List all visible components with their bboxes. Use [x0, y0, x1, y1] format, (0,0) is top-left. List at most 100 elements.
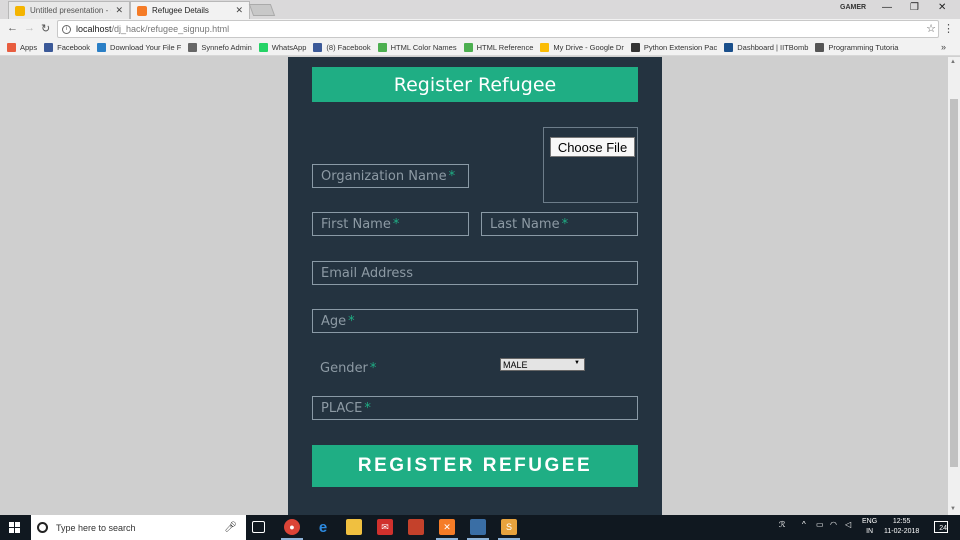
bookmark-item[interactable]: HTML Color Names — [377, 43, 457, 52]
restore-icon[interactable]: ❐ — [910, 2, 919, 13]
field-placeholder: PLACE — [321, 400, 363, 416]
bookmark-item[interactable]: HTML Reference — [463, 43, 534, 52]
organization-name-field[interactable]: Organization Name * — [312, 164, 469, 188]
place-field[interactable]: PLACE * — [312, 396, 638, 420]
reload-icon[interactable]: ↻ — [41, 22, 50, 35]
bookmark-item[interactable]: Python Extension Pac — [630, 43, 718, 52]
url-host: localhost — [76, 24, 112, 34]
gender-select[interactable]: MALE ▼ — [500, 358, 585, 371]
field-placeholder: Email Address — [321, 265, 413, 281]
file-explorer-icon[interactable] — [346, 519, 362, 535]
required-mark: * — [561, 216, 569, 232]
windows-start-icon[interactable] — [9, 522, 21, 534]
close-icon[interactable]: ✕ — [115, 5, 123, 16]
tab-label: Refugee Details — [152, 6, 209, 15]
bookmark-item[interactable]: Programming Tutoria — [815, 43, 898, 52]
more-bookmarks-icon[interactable]: » — [941, 42, 946, 52]
whatsapp-icon — [258, 43, 268, 52]
bookmark-item[interactable]: Download Your File F — [97, 43, 181, 52]
bookmark-label: Download Your File F — [110, 43, 182, 52]
lfd-icon — [630, 43, 640, 52]
register-panel: Register Refugee Choose File Organizatio… — [288, 57, 662, 515]
language-code: ENG — [862, 518, 878, 525]
url-path: /dj_hack/refugee_signup.html — [111, 24, 230, 34]
profile-name[interactable]: GAMER — [840, 4, 866, 11]
bookmark-label: WhatsApp — [271, 43, 307, 52]
scroll-down-icon[interactable]: ▼ — [950, 506, 956, 512]
page-content: Register Refugee Choose File Organizatio… — [0, 57, 948, 515]
scroll-thumb[interactable] — [950, 99, 958, 467]
download-icon — [97, 43, 107, 52]
bookmark-item[interactable]: (8) Facebook — [313, 43, 371, 52]
system-clock[interactable]: 12:55 11-02-2018 — [884, 517, 919, 537]
bookmark-label: Facebook — [57, 43, 91, 52]
window-close-icon[interactable]: ✕ — [938, 2, 946, 13]
edge-icon[interactable]: e — [315, 519, 331, 536]
input-language[interactable]: ENG IN — [862, 517, 877, 537]
bookmark-label: (8) Facebook — [326, 43, 371, 52]
field-placeholder: Age — [321, 313, 347, 329]
register-refugee-button[interactable]: REGISTER REFUGEE — [312, 445, 638, 487]
bookmark-item[interactable]: Facebook — [44, 43, 90, 52]
info-icon[interactable]: i — [62, 24, 71, 34]
people-icon[interactable]: ℛ — [779, 520, 785, 529]
wifi-icon[interactable]: ◠ — [830, 520, 837, 529]
bookmark-item[interactable]: Apps — [7, 43, 37, 52]
age-field[interactable]: Age * — [312, 309, 638, 333]
task-view-icon[interactable] — [252, 521, 265, 533]
sublime-text-icon[interactable]: S — [501, 519, 517, 535]
chrome-icon[interactable]: ● — [284, 519, 300, 535]
cortana-icon — [37, 522, 48, 533]
battery-icon[interactable]: ▭ — [816, 520, 824, 529]
notification-center-icon[interactable]: 24 — [934, 521, 948, 533]
choose-file-button[interactable]: Choose File — [550, 137, 635, 157]
vertical-scrollbar[interactable]: ▲ ▼ — [948, 57, 960, 515]
mail-icon[interactable]: ✉ — [377, 519, 393, 535]
network-app-icon[interactable] — [470, 519, 486, 535]
minimize-icon[interactable]: — — [882, 2, 892, 13]
w3-icon — [463, 43, 473, 52]
volume-icon[interactable]: ◁ — [845, 520, 851, 529]
dashboard-icon — [724, 43, 734, 52]
gender-selected-value: MALE — [503, 359, 528, 370]
bookmark-item[interactable]: Dashboard | IITBomb — [724, 43, 808, 52]
email-field[interactable]: Email Address — [312, 261, 638, 285]
required-mark: * — [348, 313, 355, 329]
dropdown-arrow-icon: ▼ — [574, 360, 580, 366]
new-tab-button[interactable] — [248, 4, 276, 16]
field-placeholder: First Name — [321, 216, 391, 232]
field-placeholder: Organization Name — [321, 168, 447, 184]
bookmark-label: Dashboard | IITBomb — [737, 43, 809, 52]
tab-refugee-details[interactable]: Refugee Details ✕ — [130, 1, 250, 19]
tab-presentation[interactable]: Untitled presentation - G ✕ — [8, 1, 130, 19]
address-bar[interactable]: i localhost/dj_hack/refugee_signup.html — [57, 20, 939, 38]
xampp-icon[interactable]: ✕ — [439, 519, 455, 535]
drive-icon — [540, 43, 550, 52]
back-icon[interactable]: ← — [7, 22, 18, 34]
facebook-icon — [313, 43, 323, 52]
search-placeholder: Type here to search — [56, 522, 136, 533]
bookmark-star-icon[interactable]: ☆ — [926, 22, 936, 35]
field-placeholder: Last Name — [490, 216, 560, 232]
bookmark-label: Python Extension Pac — [643, 43, 718, 52]
bookmark-label: HTML Reference — [476, 43, 534, 52]
bookmark-item[interactable]: WhatsApp — [258, 43, 307, 52]
required-mark: * — [364, 400, 371, 416]
bookmark-item[interactable]: My Drive - Google Dr — [540, 43, 624, 52]
last-name-field[interactable]: Last Name * — [481, 212, 638, 236]
menu-icon[interactable]: ⋮ — [943, 22, 954, 35]
show-hidden-icons[interactable]: ^ — [802, 520, 806, 529]
microphone-icon[interactable]: 🎤︎ — [224, 522, 237, 533]
bookmarks-bar: Apps Facebook Download Your File F Synnefo … — [0, 40, 960, 56]
scroll-up-icon[interactable]: ▲ — [950, 59, 956, 65]
document-app-icon[interactable] — [408, 519, 424, 535]
bookmark-item[interactable]: Synnefo Admin — [188, 43, 252, 52]
tab-strip: Untitled presentation - G ✕ Refugee Deta… — [0, 0, 960, 19]
photo-upload-box: Choose File — [543, 127, 638, 203]
first-name-field[interactable]: First Name * — [312, 212, 469, 236]
required-mark: * — [448, 168, 456, 184]
taskbar-search[interactable]: Type here to search 🎤︎ — [31, 515, 246, 540]
slides-icon — [15, 5, 25, 16]
forward-icon[interactable]: → — [24, 22, 35, 34]
close-icon[interactable]: ✕ — [235, 5, 243, 16]
